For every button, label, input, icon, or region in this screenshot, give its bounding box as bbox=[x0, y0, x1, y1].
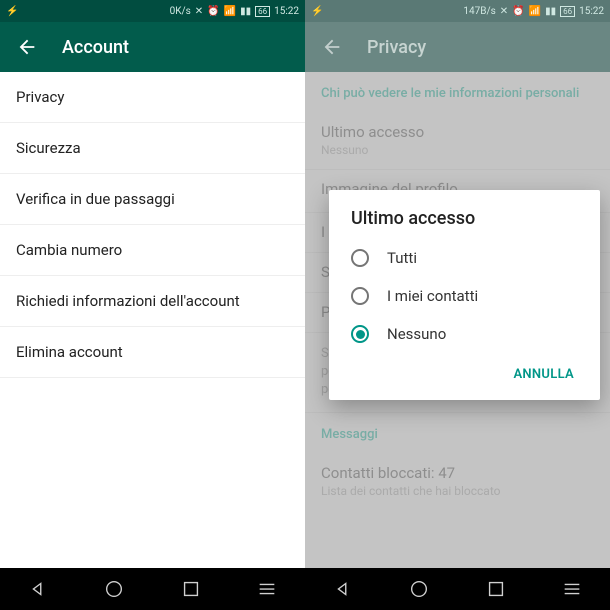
network-speed: 0K/s bbox=[170, 6, 191, 17]
screen-privacy: ⚡ 147B/s ✕ ⏰ 📶 ▮▮ 66 15:22 Privacy Chi p… bbox=[305, 0, 610, 610]
app-bar: Privacy bbox=[305, 22, 610, 72]
radio-option-nobody[interactable]: Nessuno bbox=[329, 315, 600, 353]
charging-icon: ⚡ bbox=[311, 6, 323, 17]
status-bar: ⚡ 0K/s ✕ ⏰ 📶 ▮▮ 66 15:22 bbox=[0, 0, 305, 22]
alarm-icon: ⏰ bbox=[207, 6, 219, 17]
nav-bar bbox=[0, 568, 305, 610]
nav-back[interactable] bbox=[27, 578, 49, 600]
alarm-icon: ⏰ bbox=[512, 6, 524, 17]
charging-icon: ⚡ bbox=[6, 6, 18, 17]
dialog-title: Ultimo accesso bbox=[329, 208, 600, 239]
back-icon[interactable] bbox=[16, 36, 38, 58]
nav-home[interactable] bbox=[103, 578, 125, 600]
nav-menu[interactable] bbox=[256, 578, 278, 600]
item-privacy[interactable]: Privacy bbox=[0, 72, 305, 123]
setting-last-seen[interactable]: Ultimo accesso Nessuno bbox=[305, 113, 610, 170]
dialog-actions: ANNULLA bbox=[329, 353, 600, 392]
item-request-info[interactable]: Richiedi informazioni dell'account bbox=[0, 276, 305, 327]
section-personal-info: Chi può vedere le mie informazioni perso… bbox=[305, 72, 610, 113]
signal-icon: ▮▮ bbox=[545, 6, 556, 17]
page-title: Privacy bbox=[367, 37, 426, 58]
wifi-icon: 📶 bbox=[224, 6, 236, 17]
radio-option-everyone[interactable]: Tutti bbox=[329, 239, 600, 277]
nav-back[interactable] bbox=[332, 578, 354, 600]
cancel-button[interactable]: ANNULLA bbox=[505, 361, 582, 388]
screen-account: ⚡ 0K/s ✕ ⏰ 📶 ▮▮ 66 15:22 Account Privacy… bbox=[0, 0, 305, 610]
nav-home[interactable] bbox=[408, 578, 430, 600]
signal-icon: ▮▮ bbox=[240, 6, 251, 17]
clock: 15:22 bbox=[579, 6, 604, 17]
battery-icon: 66 bbox=[255, 6, 270, 17]
radio-icon bbox=[351, 287, 369, 305]
account-list: Privacy Sicurezza Verifica in due passag… bbox=[0, 72, 305, 378]
network-speed: 147B/s bbox=[463, 6, 495, 17]
radio-option-contacts[interactable]: I miei contatti bbox=[329, 277, 600, 315]
nav-menu[interactable] bbox=[561, 578, 583, 600]
item-two-step[interactable]: Verifica in due passaggi bbox=[0, 174, 305, 225]
last-seen-dialog: Ultimo accesso Tutti I miei contatti Nes… bbox=[329, 190, 600, 400]
nav-bar bbox=[305, 568, 610, 610]
setting-blocked[interactable]: Contatti bloccati: 47 Lista dei contatti… bbox=[305, 454, 610, 510]
item-change-number[interactable]: Cambia numero bbox=[0, 225, 305, 276]
nav-recent[interactable] bbox=[485, 578, 507, 600]
item-delete-account[interactable]: Elimina account bbox=[0, 327, 305, 378]
back-icon[interactable] bbox=[321, 36, 343, 58]
radio-icon bbox=[351, 325, 369, 343]
section-messages: Messaggi bbox=[305, 413, 610, 454]
vibrate-icon: ✕ bbox=[500, 6, 508, 17]
vibrate-icon: ✕ bbox=[195, 6, 203, 17]
wifi-icon: 📶 bbox=[529, 6, 541, 17]
item-security[interactable]: Sicurezza bbox=[0, 123, 305, 174]
radio-icon bbox=[351, 249, 369, 267]
battery-icon: 66 bbox=[560, 6, 575, 17]
nav-recent[interactable] bbox=[180, 578, 202, 600]
app-bar: Account bbox=[0, 22, 305, 72]
page-title: Account bbox=[62, 37, 129, 58]
clock: 15:22 bbox=[274, 6, 299, 17]
status-bar: ⚡ 147B/s ✕ ⏰ 📶 ▮▮ 66 15:22 bbox=[305, 0, 610, 22]
